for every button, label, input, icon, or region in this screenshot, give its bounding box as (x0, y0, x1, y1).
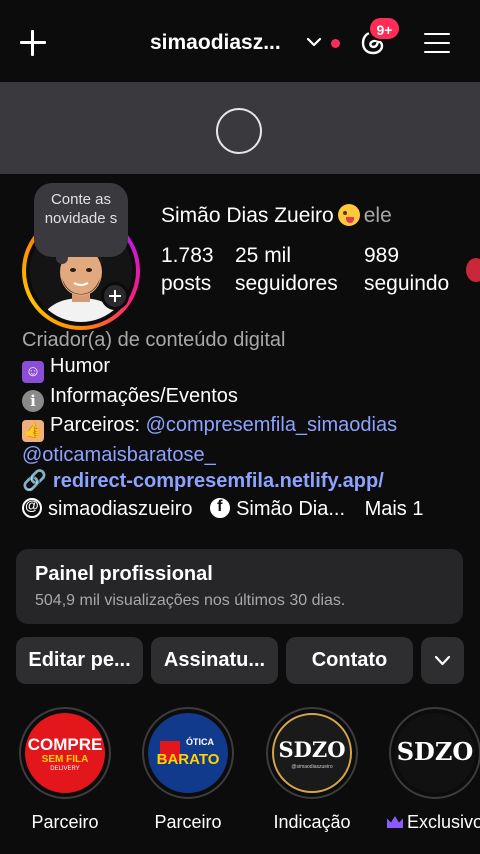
pro-panel-subtitle: 504,9 mil visualizações nos últimos 30 d… (35, 592, 346, 609)
followers-count: 25 mil (235, 244, 292, 267)
logo-text: BARATO (156, 751, 220, 768)
followers-label: seguidores (235, 272, 338, 295)
highlight-label: Indicação (273, 812, 351, 832)
account-username[interactable]: simaodiasz... (150, 31, 281, 55)
add-story-icon[interactable] (101, 282, 129, 310)
logo-text: @simaodiaszueiro (291, 764, 333, 770)
highlight-label-text: Exclusivo (406, 812, 480, 832)
menu-icon[interactable] (422, 30, 452, 56)
following-count: 989 (364, 244, 400, 267)
facebook-link[interactable]: Simão Dia... (210, 498, 345, 520)
chevron-down-icon (434, 655, 451, 666)
following-label: seguindo (364, 272, 450, 295)
logo-text: DELIVERY (50, 766, 80, 772)
sdzo-logo: SDZO @simaodiaszueiro (272, 713, 352, 793)
bio-line-humor: Humor (50, 355, 111, 377)
compre-sem-fila-logo: COMPRE SEM FILA DELIVERY (25, 713, 105, 793)
edit-profile-button[interactable]: Editar pe... (16, 637, 143, 684)
note-bubble[interactable]: Conte as novidade s (34, 183, 128, 264)
following-stat[interactable]: 989 seguindo (364, 242, 449, 298)
highlight-parceiro-otica[interactable]: ÓTICA BARATO Parceiro (138, 707, 238, 833)
otica-barato-logo: ÓTICA BARATO (148, 713, 228, 793)
posts-count: 1.783 (161, 244, 214, 267)
bio-line-partners: Parceiros: (50, 414, 141, 436)
logo-text: SDZO (278, 737, 346, 762)
chevron-down-icon[interactable] (305, 35, 323, 49)
bio: Criador(a) de conteúdo digital ☺ Humor iI… (22, 327, 397, 494)
facebook-icon (210, 498, 231, 518)
unread-dot (331, 39, 340, 48)
highlight-label-exclusive: Exclusivo (385, 812, 480, 833)
thumbs-up-icon: 👍 (22, 420, 44, 442)
posts-label: posts (161, 272, 212, 295)
logo-text: COMPRE (27, 735, 103, 754)
professional-dashboard[interactable]: Painel profissional 504,9 mil visualizaç… (16, 549, 463, 624)
loading-spinner-icon (216, 108, 262, 154)
threads-username: simaodiaszueiro (48, 498, 193, 520)
mention-oticamaisbarato[interactable]: @oticamaisbaratose_ (22, 444, 216, 466)
sdzo-exclusive-logo: SDZO (395, 713, 475, 793)
mention-compresemfila[interactable]: @compresemfila_simaodias (146, 414, 398, 436)
crown-icon (386, 816, 403, 828)
create-plus-icon[interactable] (18, 28, 48, 58)
highlight-indicacao[interactable]: SDZO @simaodiaszueiro Indicação (262, 707, 362, 833)
facebook-name: Simão Dia... (236, 498, 346, 520)
floating-bubble[interactable] (466, 258, 480, 282)
threads-link[interactable]: simaodiaszueiro (22, 497, 193, 520)
subscriptions-button[interactable]: Assinatu... (151, 637, 278, 684)
contact-button[interactable]: Contato (286, 637, 413, 684)
linked-accounts-row: simaodiaszueiro Simão Dia... Mais 1 (22, 497, 424, 521)
info-icon: i (22, 390, 44, 412)
pro-panel-title: Painel profissional (35, 563, 213, 585)
bio-category: Criador(a) de conteúdo digital (22, 329, 286, 351)
display-name: Simão Dias Zueiro ele (161, 204, 392, 228)
more-links[interactable]: Mais 1 (365, 498, 424, 520)
link-chain-icon: 🔗 (22, 470, 47, 492)
top-bar: simaodiasz... 9+ (0, 0, 480, 82)
theater-masks-icon: ☺ (22, 361, 44, 383)
bio-line-info: Informações/Eventos (50, 385, 238, 407)
pronoun: ele (363, 204, 392, 227)
suggested-dropdown-button[interactable] (421, 637, 464, 684)
posts-stat[interactable]: 1.783 posts (161, 242, 214, 298)
highlight-label: Parceiro (154, 812, 222, 832)
bio-link[interactable]: redirect-compresemfila.netlify.app/ (53, 470, 384, 492)
logo-text: SDZO (396, 737, 474, 766)
display-name-text: Simão Dias Zueiro (161, 204, 334, 227)
threads-small-icon (22, 497, 42, 518)
highlight-exclusivo[interactable]: SDZO Exclusivo (385, 707, 480, 833)
highlight-label: Parceiro (31, 812, 99, 832)
zany-face-emoji-icon (337, 204, 360, 226)
logo-text: SEM FILA (41, 754, 89, 765)
logo-text: ÓTICA (186, 737, 214, 747)
highlight-parceiro-compre[interactable]: COMPRE SEM FILA DELIVERY Parceiro (15, 707, 115, 833)
notification-badge[interactable]: 9+ (368, 16, 401, 41)
followers-stat[interactable]: 25 mil seguidores (235, 242, 338, 298)
